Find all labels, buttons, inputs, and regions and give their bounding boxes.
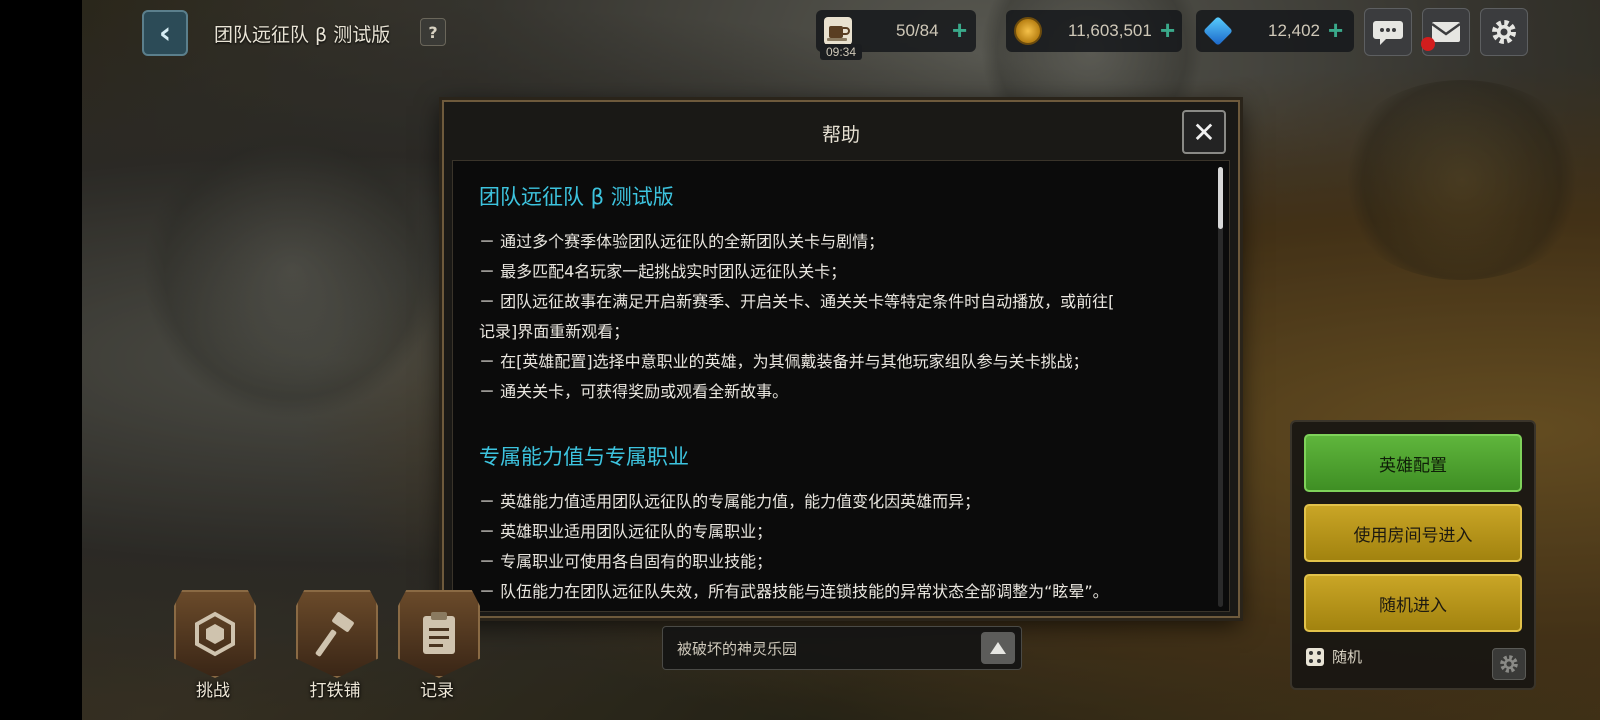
nav-challenge-label: 挑战 xyxy=(196,681,230,701)
nav-challenge[interactable]: 挑战 xyxy=(166,584,260,702)
random-mode-toggle[interactable]: 随机 xyxy=(1306,646,1362,667)
panel-settings-button[interactable] xyxy=(1492,648,1526,680)
dice-icon xyxy=(1306,647,1324,666)
challenge-emblem-icon xyxy=(174,590,256,678)
gold-value: 11,603,501 xyxy=(1068,21,1152,40)
chat-bubble-icon xyxy=(1373,21,1403,45)
stage-selector[interactable]: 被破坏的神灵乐园 xyxy=(662,626,1022,670)
help-content-panel[interactable]: 团队远征队 β 测试版 － 通过多个赛季体验团队远征队的全新团队关卡与剧情； －… xyxy=(452,160,1230,612)
gear-icon xyxy=(1492,20,1516,44)
help-dialog: 帮助 ✕ 团队远征队 β 测试版 － 通过多个赛季体验团队远征队的全新团队关卡与… xyxy=(442,100,1240,618)
notification-dot xyxy=(1421,37,1435,51)
gold-counter: 11,603,501 + xyxy=(1006,10,1182,52)
nav-record-label: 记录 xyxy=(420,681,454,701)
random-mode-label: 随机 xyxy=(1332,648,1363,666)
gold-coin-icon xyxy=(1014,17,1042,45)
section-title: 专属能力值与专属职业 xyxy=(479,445,689,469)
close-button[interactable]: ✕ xyxy=(1182,110,1226,154)
gem-value: 12,402 xyxy=(1268,21,1320,40)
nav-forge-label: 打铁铺 xyxy=(309,681,361,701)
stamina-add-button[interactable]: + xyxy=(952,15,967,46)
settings-button[interactable] xyxy=(1480,8,1528,56)
help-button[interactable]: ? xyxy=(420,18,446,46)
back-arrow-icon: ‹ xyxy=(158,15,172,51)
scrollbar[interactable] xyxy=(1218,167,1223,607)
triangle-up-icon xyxy=(990,642,1006,654)
help-line: － 最多匹配4名玩家一起挑战实时团队远征队关卡； xyxy=(479,262,847,281)
clipboard-icon xyxy=(398,590,480,678)
stamina-timer: 09:34 xyxy=(820,44,863,60)
help-line: － 英雄职业适用团队远征队的专属职业； xyxy=(479,522,773,541)
help-line: 记录]界面重新观看； xyxy=(479,322,630,341)
section-title: 团队远征队 β 测试版 xyxy=(479,185,674,209)
help-line: － 专属职业可使用各自固有的职业技能； xyxy=(479,552,773,571)
random-enter-button[interactable]: 随机进入 xyxy=(1304,574,1522,632)
coffee-cup-icon xyxy=(824,17,852,45)
help-content: 团队远征队 β 测试版 － 通过多个赛季体验团队远征队的全新团队关卡与剧情； －… xyxy=(479,181,1203,607)
close-icon: ✕ xyxy=(1192,115,1216,149)
gem-counter: 12,402 + xyxy=(1196,10,1354,52)
stamina-counter: 09:34 50/84 + xyxy=(816,10,976,60)
back-button[interactable]: ‹ xyxy=(142,10,188,56)
gear-icon xyxy=(1500,655,1518,673)
help-line: － 通关关卡，可获得奖励或观看全新故事。 xyxy=(479,382,789,401)
scroll-thumb[interactable] xyxy=(1218,167,1223,229)
room-number-enter-button[interactable]: 使用房间号进入 xyxy=(1304,504,1522,562)
help-line: － 英雄能力值适用团队远征队的专属能力值，能力值变化因英雄而异； xyxy=(479,492,981,511)
hero-config-button[interactable]: 英雄配置 xyxy=(1304,434,1522,492)
gem-add-button[interactable]: + xyxy=(1328,15,1343,46)
help-line: － 在[英雄配置]选择中意职业的英雄，为其佩戴装备并与其他玩家组队参与关卡挑战； xyxy=(479,352,1089,371)
help-line: － 队伍能力在团队远征队失效，所有武器技能与连锁技能的异常状态全部调整为“眩晕”… xyxy=(479,582,1109,601)
gold-add-button[interactable]: + xyxy=(1160,15,1175,46)
stage-expand-button[interactable] xyxy=(981,632,1015,664)
hammer-icon xyxy=(296,590,378,678)
mail-icon xyxy=(1431,22,1461,42)
nav-forge[interactable]: 打铁铺 xyxy=(288,584,382,702)
page-title: 团队远征队 β 测试版 xyxy=(214,24,391,46)
stage-name: 被破坏的神灵乐园 xyxy=(677,640,798,658)
room-entry-panel: 英雄配置 使用房间号进入 随机进入 随机 xyxy=(1290,420,1536,690)
stamina-value: 50/84 xyxy=(896,21,939,40)
diamond-gem-icon xyxy=(1203,16,1233,46)
help-line: － 团队远征故事在满足开启新赛季、开启关卡、通关关卡等特定条件时自动播放，或前往… xyxy=(479,292,1115,311)
help-line: － 通过多个赛季体验团队远征队的全新团队关卡与剧情； xyxy=(479,232,885,251)
mail-button[interactable] xyxy=(1421,8,1470,56)
dialog-title: 帮助 xyxy=(821,124,860,146)
chat-button[interactable] xyxy=(1364,8,1412,56)
nav-record[interactable]: 记录 xyxy=(390,584,484,702)
